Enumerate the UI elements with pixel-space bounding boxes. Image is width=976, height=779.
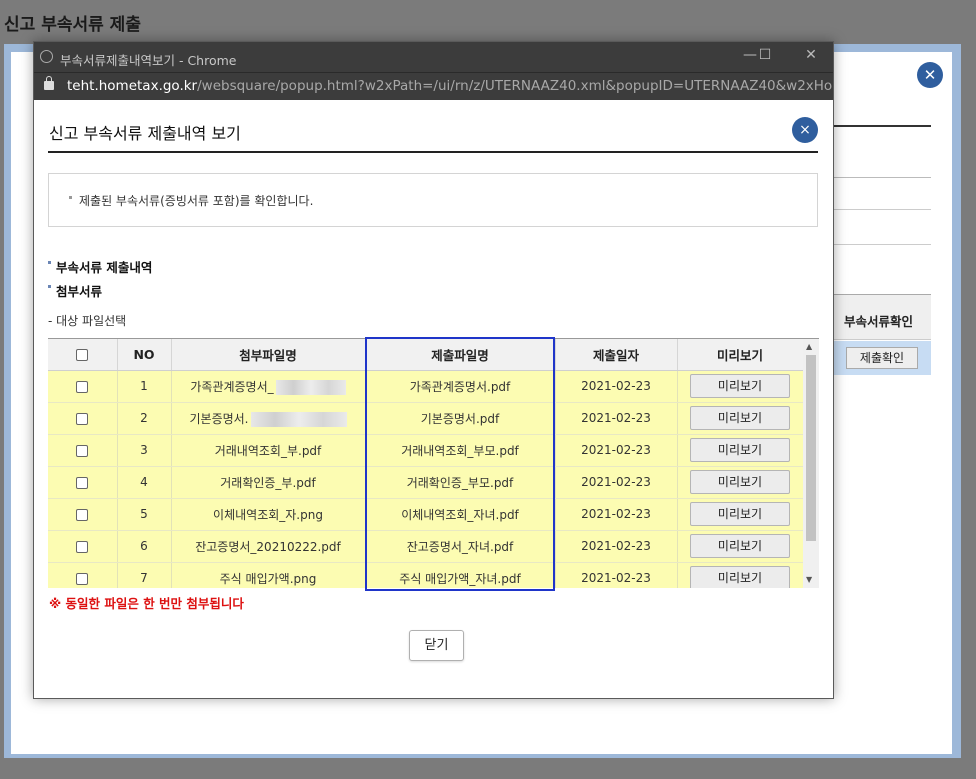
divider <box>834 125 931 127</box>
submit-date: 2021-02-23 <box>555 530 678 563</box>
section-label: 첨부서류 <box>56 284 103 299</box>
attach-file-name: 거래확인증_부.pdf <box>171 466 366 499</box>
address-bar[interactable]: teht.hometax.go.kr/websquare/popup.html?… <box>34 72 833 100</box>
select-all-cell <box>48 339 118 371</box>
submit-date: 2021-02-23 <box>555 562 678 588</box>
section-label: 부속서류 제출내역 <box>56 260 153 275</box>
column-header-no: NO <box>117 339 172 371</box>
submit-date: 2021-02-23 <box>555 370 678 403</box>
bullet-icon <box>48 261 51 264</box>
url-host: teht.hometax.go.kr <box>67 78 198 94</box>
popup-content: 신고 부속서류 제출내역 보기 제출된 부속서류(증빙서류 포함)를 확인합니다… <box>34 100 833 698</box>
section-title-attachments: 첨부서류 <box>48 281 102 300</box>
file-select-label: - 대상 파일선택 <box>48 314 127 328</box>
divider <box>834 177 931 178</box>
attach-file-name: 거래내역조회_부.pdf <box>171 434 366 467</box>
redacted-text <box>250 411 347 427</box>
row-no: 2 <box>117 402 172 435</box>
divider <box>834 209 931 210</box>
select-all-checkbox[interactable] <box>76 349 89 362</box>
page-title: 신고 부속서류 제출 <box>4 15 141 35</box>
vertical-scrollbar[interactable]: ▲ ▼ <box>803 339 819 588</box>
scroll-down-icon[interactable]: ▼ <box>806 575 812 584</box>
column-header-attach: 첨부파일명 <box>171 339 366 371</box>
close-window-icon[interactable]: ✕ <box>801 47 821 63</box>
background-table-row: 제출확인 <box>834 341 931 375</box>
url[interactable]: teht.hometax.go.kr/websquare/popup.html?… <box>67 78 833 94</box>
attach-file-name-text: 가족관계증명서_ <box>190 379 274 394</box>
scroll-up-icon[interactable]: ▲ <box>806 342 812 351</box>
attach-file-name: 주식 매입가액.png <box>171 562 366 588</box>
preview-button[interactable]: 미리보기 <box>690 438 790 462</box>
maximize-icon[interactable]: ☐ <box>755 47 775 63</box>
row-no: 5 <box>117 498 172 531</box>
info-text: 제출된 부속서류(증빙서류 포함)를 확인합니다. <box>79 194 314 208</box>
globe-icon <box>40 50 53 63</box>
info-box: 제출된 부속서류(증빙서류 포함)를 확인합니다. <box>48 173 818 227</box>
popup-window: 부속서류제출내역보기 - Chrome — ☐ ✕ teht.hometax.g… <box>33 41 834 699</box>
row-checkbox[interactable] <box>76 412 89 425</box>
row-checkbox[interactable] <box>76 476 89 489</box>
scrollbar-thumb[interactable] <box>806 355 816 541</box>
popup-close-icon[interactable]: × <box>792 117 818 143</box>
row-checkbox[interactable] <box>76 444 89 457</box>
preview-button[interactable]: 미리보기 <box>690 502 790 526</box>
title-divider <box>48 151 818 153</box>
row-checkbox[interactable] <box>76 508 89 521</box>
preview-button[interactable]: 미리보기 <box>690 566 790 588</box>
background-table-header: 부속서류확인 <box>834 294 931 340</box>
warning-text: ※ 동일한 파일은 한 번만 첨부됩니다 <box>49 596 244 611</box>
divider <box>834 244 931 245</box>
bullet-icon <box>69 196 72 199</box>
row-no: 3 <box>117 434 172 467</box>
column-header-date: 제출일자 <box>555 339 678 371</box>
submit-date: 2021-02-23 <box>555 434 678 467</box>
attach-file-name: 이체내역조회_자.png <box>171 498 366 531</box>
preview-button[interactable]: 미리보기 <box>690 374 790 398</box>
attach-file-name-text: 기본증명서. <box>189 411 249 426</box>
preview-button[interactable]: 미리보기 <box>690 534 790 558</box>
highlight-box <box>365 337 555 591</box>
popup-title: 신고 부속서류 제출내역 보기 <box>49 124 241 143</box>
preview-button[interactable]: 미리보기 <box>690 470 790 494</box>
attach-file-name: 가족관계증명서_ <box>171 370 366 403</box>
lock-icon <box>44 76 54 90</box>
row-no: 7 <box>117 562 172 588</box>
submit-date: 2021-02-23 <box>555 402 678 435</box>
bullet-icon <box>48 285 51 288</box>
preview-button[interactable]: 미리보기 <box>690 406 790 430</box>
row-no: 4 <box>117 466 172 499</box>
window-titlebar: 부속서류제출내역보기 - Chrome — ☐ ✕ <box>34 42 833 72</box>
redacted-text <box>275 379 346 395</box>
column-header: 부속서류확인 <box>844 314 914 329</box>
row-no: 6 <box>117 530 172 563</box>
attach-file-name: 기본증명서. <box>171 402 366 435</box>
row-checkbox[interactable] <box>76 540 89 553</box>
row-checkbox[interactable] <box>76 572 89 585</box>
window-title: 부속서류제출내역보기 - Chrome <box>60 53 237 68</box>
row-no: 1 <box>117 370 172 403</box>
background-close-icon[interactable]: ✕ <box>917 62 943 88</box>
close-button[interactable]: 닫기 <box>409 630 464 661</box>
submit-confirm-button[interactable]: 제출확인 <box>846 347 918 369</box>
attach-file-name: 잔고증명서_20210222.pdf <box>171 530 366 563</box>
section-title-submissions: 부속서류 제출내역 <box>48 257 152 276</box>
column-header-preview: 미리보기 <box>677 339 804 371</box>
url-path: /websquare/popup.html?w2xPath=/ui/rn/z/U… <box>197 78 833 94</box>
submit-date: 2021-02-23 <box>555 466 678 499</box>
row-checkbox[interactable] <box>76 380 89 393</box>
submit-date: 2021-02-23 <box>555 498 678 531</box>
